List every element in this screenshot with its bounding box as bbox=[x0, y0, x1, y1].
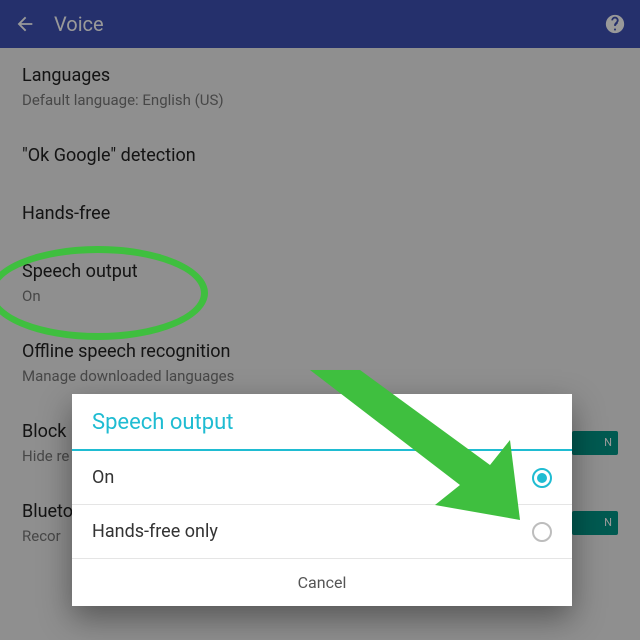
dialog-options: On Hands-free only bbox=[72, 451, 572, 559]
radio-selected-icon[interactable] bbox=[532, 468, 552, 488]
option-label: On bbox=[92, 467, 114, 488]
speech-output-dialog: Speech output On Hands-free only Cancel bbox=[72, 394, 572, 606]
radio-unselected-icon[interactable] bbox=[532, 522, 552, 542]
option-label: Hands-free only bbox=[92, 521, 218, 542]
settings-screen: Voice Languages Default language: Englis… bbox=[0, 0, 640, 640]
cancel-button[interactable]: Cancel bbox=[72, 559, 572, 606]
option-hands-free-only[interactable]: Hands-free only bbox=[72, 505, 572, 559]
dialog-title: Speech output bbox=[72, 394, 572, 449]
option-on[interactable]: On bbox=[72, 451, 572, 505]
